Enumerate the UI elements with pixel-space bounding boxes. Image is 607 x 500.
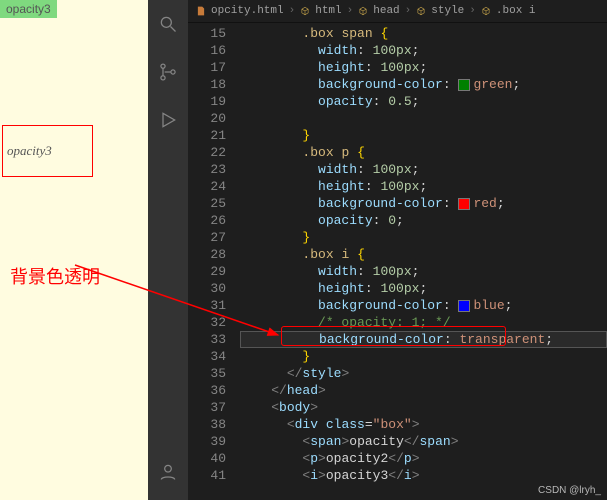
watermark: CSDN @lryh_ [538, 485, 601, 496]
code-editor: opcity.html›html›head›style›.box i 15 .b… [148, 0, 607, 500]
label-text: opacity3 [7, 143, 52, 159]
activity-bar [148, 0, 188, 500]
opacity-badge: opacity3 [0, 0, 57, 18]
source-control-icon[interactable] [158, 62, 178, 86]
annotation-text: 背景色透明 [10, 263, 100, 289]
run-icon[interactable] [158, 110, 178, 134]
account-icon[interactable] [158, 462, 178, 486]
search-icon[interactable] [158, 14, 178, 38]
highlight-box [281, 326, 506, 346]
breadcrumbs[interactable]: opcity.html›html›head›style›.box i [188, 0, 607, 23]
label-box: opacity3 [2, 125, 93, 177]
preview-panel: opacity3 opacity3 背景色透明 [0, 0, 148, 500]
code-area[interactable]: 15 .box span {16 width: 100px;17 height:… [188, 23, 607, 484]
